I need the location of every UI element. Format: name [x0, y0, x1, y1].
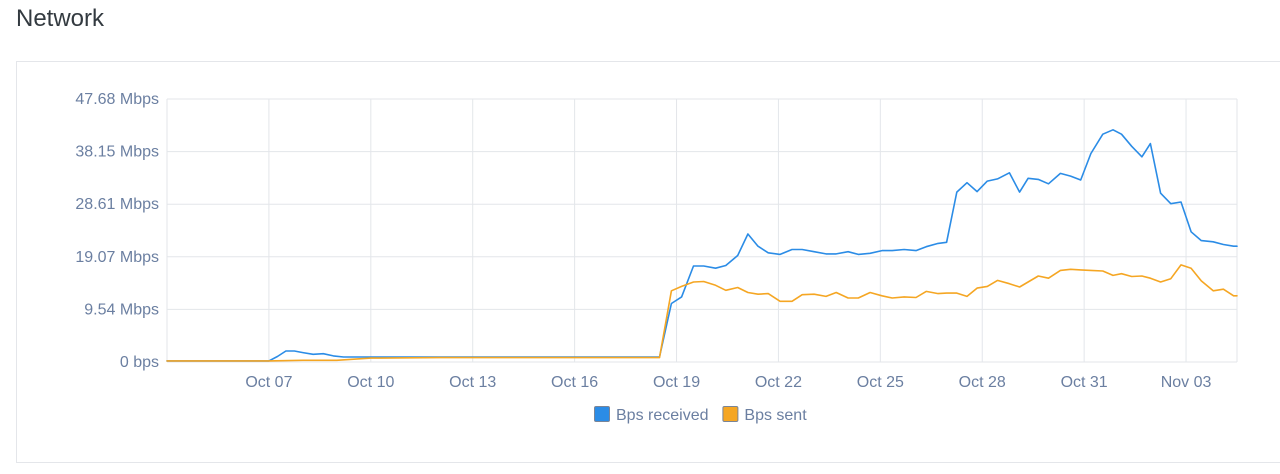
- chart-series: [166, 129, 1238, 362]
- network-line-chart: 0 bps 9.54 Mbps 19.07 Mbps 28.61 Mbps 38.15 …: [75, 91, 1238, 425]
- x-tick-label: Oct 13: [449, 374, 496, 391]
- series-line-bps-received: [166, 129, 1238, 362]
- y-axis-tick-labels: 0 bps 9.54 Mbps 19.07 Mbps 28.61 Mbps 38.15 …: [75, 91, 159, 371]
- y-tick-label: 28.61 Mbps: [75, 196, 159, 213]
- series-line-bps-sent: [166, 264, 1238, 362]
- x-tick-label: Oct 22: [755, 374, 802, 391]
- y-tick-label: 47.68 Mbps: [75, 91, 159, 108]
- x-tick-label: Oct 07: [245, 374, 292, 391]
- chart-legend: Bps received Bps sent: [594, 406, 807, 425]
- y-tick-label: 38.15 Mbps: [75, 144, 159, 161]
- network-chart-panel: 0 bps 9.54 Mbps 19.07 Mbps 28.61 Mbps 38.15 …: [16, 61, 1280, 463]
- y-tick-label: 0 bps: [120, 354, 159, 371]
- x-tick-label: Oct 31: [1061, 374, 1108, 391]
- page-title: Network: [16, 5, 105, 32]
- legend-label: Bps sent: [744, 407, 807, 424]
- x-tick-label: Oct 25: [857, 374, 904, 391]
- legend-item-bps-received[interactable]: Bps received: [594, 406, 709, 425]
- x-tick-label: Nov 03: [1161, 374, 1212, 391]
- legend-swatch: [722, 406, 739, 422]
- legend-item-bps-sent[interactable]: Bps sent: [722, 406, 807, 425]
- chart-grid: [166, 98, 1238, 363]
- x-tick-label: Oct 28: [959, 374, 1006, 391]
- legend-label: Bps received: [616, 407, 709, 424]
- y-tick-label: 9.54 Mbps: [84, 301, 159, 318]
- x-tick-label: Oct 10: [347, 374, 394, 391]
- legend-swatch: [594, 406, 610, 422]
- x-tick-label: Oct 16: [551, 374, 598, 391]
- x-axis-tick-labels: Oct 07 Oct 10 Oct 13 Oct 16 Oct 19 Oct 22 Oct …: [245, 374, 1211, 391]
- x-tick-label: Oct 19: [653, 374, 700, 391]
- y-tick-label: 19.07 Mbps: [75, 249, 159, 266]
